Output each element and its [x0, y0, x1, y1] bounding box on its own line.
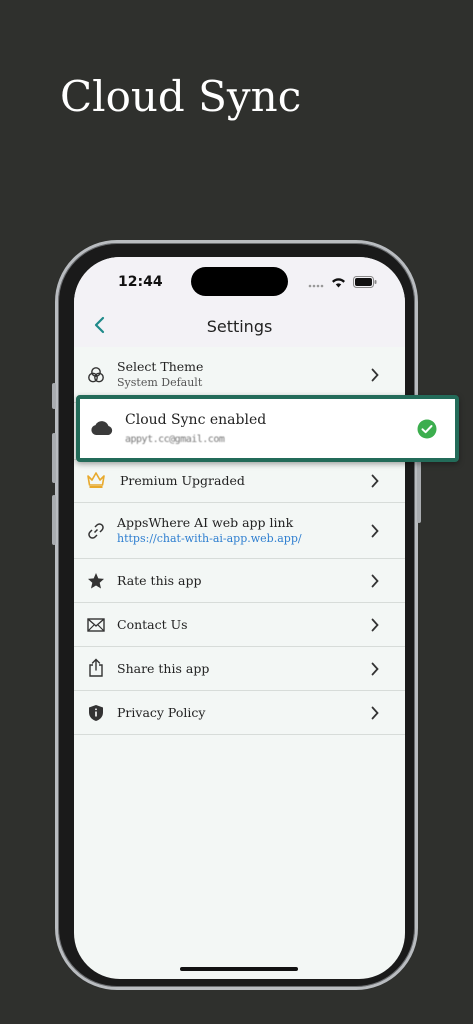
settings-item-label: AppsWhere AI web app link [117, 515, 294, 530]
phone-screen: 12:44 Settings Select Theme System Defau… [74, 257, 405, 979]
settings-item-label: Privacy Policy [117, 705, 206, 720]
crown-icon [85, 469, 107, 491]
status-icons [308, 273, 377, 292]
signal-icon [308, 273, 324, 292]
chevron-right-icon [369, 473, 381, 489]
settings-item-share-app[interactable]: Share this app [74, 647, 405, 691]
settings-item-label: Share this app [117, 661, 210, 676]
settings-item-label: Contact Us [117, 617, 188, 632]
volume-up-button [52, 433, 56, 483]
cloud-sync-account: appyt.cc@gmail.com [125, 434, 225, 445]
check-circle-icon [417, 419, 437, 443]
wifi-icon [331, 273, 346, 292]
mute-switch [52, 383, 56, 409]
star-icon [85, 570, 107, 592]
settings-item-subtitle: System Default [117, 376, 203, 389]
settings-item-rate-app[interactable]: Rate this app [74, 559, 405, 603]
shield-icon [85, 702, 107, 724]
link-icon [85, 520, 107, 542]
chevron-right-icon [369, 523, 381, 539]
dynamic-island [191, 267, 288, 296]
cloud-sync-card[interactable]: Cloud Sync enabled appyt.cc@gmail.com [76, 395, 459, 462]
web-app-url-link[interactable]: https://chat-with-ai-app.web.app/ [117, 532, 302, 545]
chevron-right-icon [369, 705, 381, 721]
chevron-right-icon [369, 573, 381, 589]
nav-bar: Settings [74, 309, 405, 347]
share-icon [85, 657, 107, 679]
status-time: 12:44 [118, 274, 163, 290]
settings-item-contact-us[interactable]: Contact Us [74, 603, 405, 647]
settings-item-label: Select Theme [117, 359, 204, 374]
volume-down-button [52, 495, 56, 545]
mail-icon [85, 614, 107, 636]
theme-icon [85, 364, 107, 386]
phone-frame: 12:44 Settings Select Theme System Defau… [52, 240, 421, 990]
page-title: Settings [206, 317, 273, 336]
chevron-right-icon [369, 367, 381, 383]
chevron-right-icon [369, 617, 381, 633]
settings-item-label: Rate this app [117, 573, 202, 588]
status-bar: 12:44 [74, 257, 405, 309]
home-indicator [180, 967, 298, 971]
settings-item-label: Premium Upgraded [120, 473, 245, 488]
settings-item-premium[interactable]: Premium Upgraded [74, 460, 405, 503]
chevron-right-icon [369, 661, 381, 677]
settings-item-privacy-policy[interactable]: Privacy Policy [74, 691, 405, 735]
battery-icon [353, 273, 377, 292]
settings-item-web-app-link[interactable]: AppsWhere AI web app link https://chat-w… [74, 503, 405, 559]
promo-title: Cloud Sync [60, 72, 302, 121]
cloud-icon [90, 419, 114, 441]
cloud-sync-title: Cloud Sync enabled [125, 412, 267, 428]
